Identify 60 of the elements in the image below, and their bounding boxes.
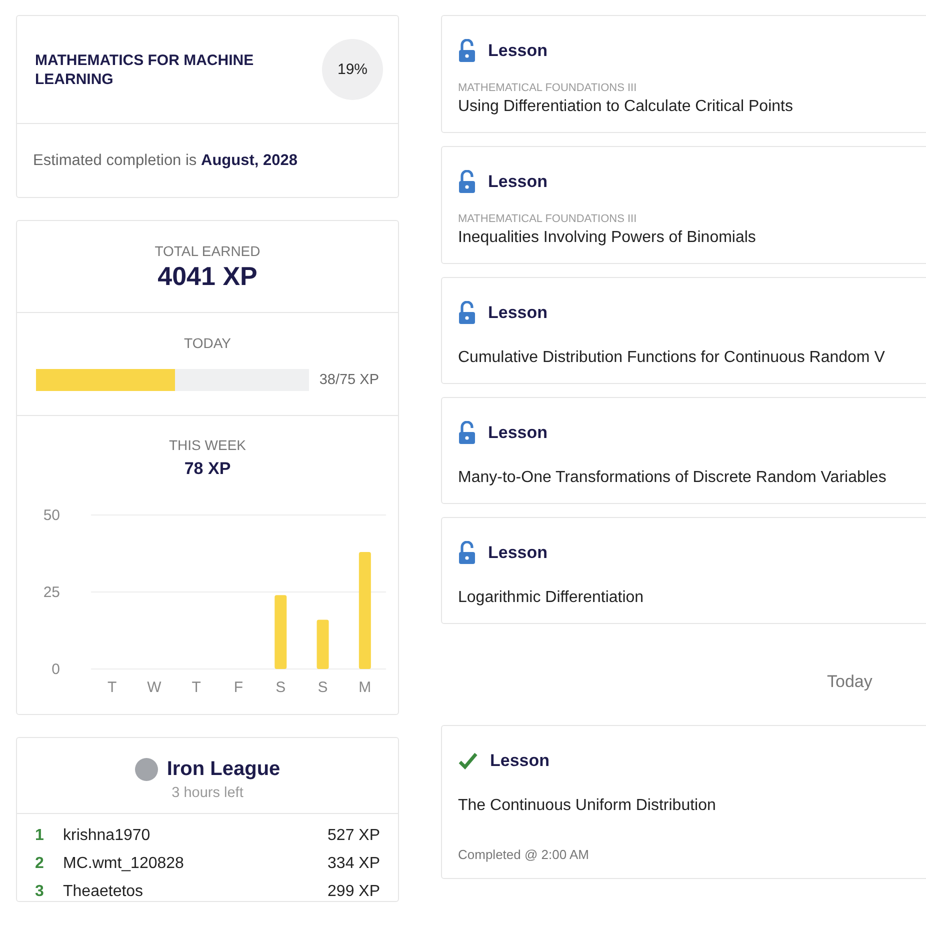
course-name: MATHEMATICAL FOUNDATIONS III xyxy=(458,82,638,94)
unlocked-padlock-icon xyxy=(458,39,476,63)
rank-number: 3 xyxy=(35,882,45,901)
unlocked-padlock-icon xyxy=(458,541,476,565)
user-xp: 334 XP xyxy=(328,854,380,873)
x-tick-label: F xyxy=(234,679,244,696)
lesson-title: The Continuous Uniform Distribution xyxy=(458,797,717,815)
lesson-card[interactable]: Lesson Cumulative Distribution Functions for Continuous Random V xyxy=(441,277,926,384)
x-tick-label: S xyxy=(276,679,286,696)
chart-bar xyxy=(316,620,329,669)
checkmark-icon xyxy=(458,752,478,770)
user-name: Theaetetos xyxy=(63,882,144,901)
lesson-card[interactable]: Lesson MATHEMATICAL FOUNDATIONS III Inequalities Involving Powers of Binomials xyxy=(441,146,926,264)
lesson-title: Many-to-One Transformations of Discrete Random Variables xyxy=(458,469,888,487)
lesson-title: Inequalities Involving Powers of Binomials xyxy=(458,229,757,247)
unlocked-padlock-icon xyxy=(458,170,476,194)
course-name: MATHEMATICAL FOUNDATIONS III xyxy=(458,213,638,225)
lesson-card[interactable]: Lesson The Continuous Uniform Distribution Completed @ 2:00 AM xyxy=(441,725,926,879)
today-reading: 38/75 XP xyxy=(319,372,379,388)
week-label: THIS WEEK xyxy=(168,437,246,453)
lesson-type: Lesson xyxy=(488,41,548,61)
progress-badge: 19% xyxy=(322,39,383,100)
lesson-type: Lesson xyxy=(490,751,550,771)
rank-number: 2 xyxy=(35,854,45,873)
total-label: TOTAL EARNED xyxy=(154,243,260,259)
x-tick-label: W xyxy=(147,679,162,696)
y-tick-label: 0 xyxy=(52,661,60,678)
user-name: MC.wmt_120828 xyxy=(63,854,185,873)
x-tick-label: M xyxy=(358,679,372,696)
y-tick-label: 50 xyxy=(43,509,60,524)
lesson-card[interactable]: Lesson Logarithmic Differentiation xyxy=(441,517,926,624)
lesson-type: Lesson xyxy=(488,543,548,563)
league-name: Iron League xyxy=(166,758,280,781)
completion-text: Estimated completion is August, 2028 xyxy=(33,152,298,170)
lesson-type: Lesson xyxy=(488,172,548,192)
x-tick-label: T xyxy=(107,679,117,696)
course-title: MATHEMATICS FOR MACHINE LEARNING xyxy=(35,50,255,88)
lesson-title: Logarithmic Differentiation xyxy=(458,589,645,607)
lesson-type: Lesson xyxy=(488,423,548,443)
user-name: krishna1970 xyxy=(63,826,152,845)
lesson-card[interactable]: Lesson MATHEMATICAL FOUNDATIONS III Using Differentiation to Calculate Critical Points xyxy=(441,15,926,133)
lesson-type: Lesson xyxy=(488,303,548,323)
user-xp: 527 XP xyxy=(328,826,380,845)
today-label: TODAY xyxy=(184,335,231,351)
rank-number: 1 xyxy=(35,826,45,845)
date-heading: Today xyxy=(827,672,872,692)
total-value: 4041 XP xyxy=(158,261,258,292)
unlocked-padlock-icon xyxy=(458,301,476,325)
completion-time: Completed @ 2:00 AM xyxy=(458,847,590,862)
week-value: 78 XP xyxy=(184,459,231,479)
lesson-title: Using Differentiation to Calculate Critical Points xyxy=(458,98,794,116)
league-badge-icon xyxy=(134,758,158,781)
user-xp: 299 XP xyxy=(328,882,380,901)
lesson-title: Cumulative Distribution Functions for Continuous Random V xyxy=(458,349,886,367)
y-tick-label: 25 xyxy=(43,584,60,601)
lesson-card[interactable]: Lesson Many-to-One Transformations of Discrete Random Variables xyxy=(441,397,926,504)
x-tick-label: T xyxy=(192,679,201,696)
unlocked-padlock-icon xyxy=(458,421,476,445)
time-left: 3 hours left xyxy=(172,785,244,801)
x-tick-label: S xyxy=(318,679,328,696)
